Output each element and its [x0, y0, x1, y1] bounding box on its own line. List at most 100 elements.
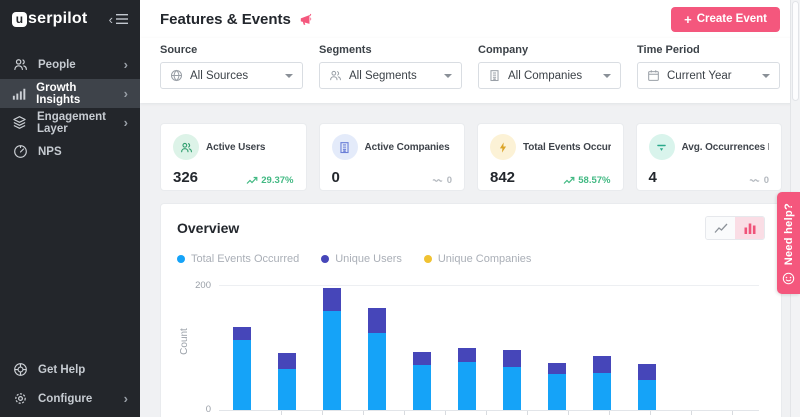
sidebar: userpilot ‹ People › Growth Insights › — [0, 0, 140, 417]
bar-segment[interactable] — [503, 367, 521, 410]
x-tick — [322, 411, 323, 415]
sidebar-item-label: Get Help — [38, 364, 85, 376]
bar-segment[interactable] — [458, 348, 476, 362]
legend-item-unique-users[interactable]: Unique Users — [321, 253, 402, 265]
bar-segment[interactable] — [278, 353, 296, 369]
trend-flat-icon — [432, 177, 444, 184]
x-tick — [445, 411, 446, 415]
stacked-bar[interactable] — [638, 364, 656, 410]
logo-u-icon: u — [12, 12, 27, 27]
bar-segment[interactable] — [458, 362, 476, 410]
bar-chart-icon — [12, 86, 26, 102]
bar-segment[interactable] — [323, 311, 341, 410]
filter-label: Source — [160, 44, 303, 56]
sidebar-collapse-button[interactable]: ‹ — [109, 13, 128, 26]
selected-value: All Segments — [349, 70, 417, 82]
chevron-left-icon: ‹ — [109, 13, 113, 26]
line-chart-toggle-button[interactable] — [706, 217, 735, 239]
stat-card-avg-occurrences: Avg. Occurrences Per User 4 0 — [636, 123, 783, 191]
average-icon — [649, 134, 675, 160]
time-period-select[interactable]: Current Year — [637, 62, 780, 89]
x-category: Jul 01 — [507, 411, 548, 417]
x-category: Sep 01 — [589, 411, 630, 417]
x-tick — [609, 411, 610, 415]
bar-slot[interactable] — [714, 280, 759, 410]
x-tick — [486, 411, 487, 415]
bar-segment[interactable] — [638, 364, 656, 381]
create-event-button[interactable]: + Create Event — [671, 7, 780, 32]
scrollbar-thumb[interactable] — [792, 1, 799, 101]
y-tick-label: 0 — [206, 404, 219, 415]
bar-slot[interactable] — [579, 280, 624, 410]
x-category: Mar 01 — [343, 411, 384, 417]
bar-slot[interactable] — [219, 280, 264, 410]
bar-segment[interactable] — [413, 352, 431, 365]
legend-item-unique-companies[interactable]: Unique Companies — [424, 253, 532, 265]
stacked-bar[interactable] — [503, 350, 521, 410]
bar-segment[interactable] — [548, 363, 566, 374]
layers-icon — [12, 115, 27, 131]
company-select[interactable]: All Companies — [478, 62, 621, 89]
sidebar-item-people[interactable]: People › — [0, 50, 140, 79]
legend-item-total-events[interactable]: Total Events Occurred — [177, 253, 299, 265]
bar-slot[interactable] — [264, 280, 309, 410]
stat-trend: 0 — [432, 175, 452, 186]
bar-segment[interactable] — [638, 380, 656, 410]
chevron-down-icon — [285, 74, 293, 78]
bar-segment[interactable] — [593, 373, 611, 410]
bar-segment[interactable] — [233, 327, 251, 340]
bar-chart-toggle-button[interactable] — [735, 217, 764, 239]
bar-segment[interactable] — [323, 288, 341, 311]
sidebar-item-get-help[interactable]: Get Help — [0, 355, 140, 384]
sidebar-item-growth-insights[interactable]: Growth Insights › — [0, 79, 140, 108]
bar-segment[interactable] — [233, 340, 251, 410]
bar-slot[interactable] — [534, 280, 579, 410]
sidebar-item-configure[interactable]: Configure › — [0, 384, 140, 413]
chevron-right-icon: › — [124, 58, 128, 71]
segments-select[interactable]: All Segments — [319, 62, 462, 89]
userpilot-logo[interactable]: userpilot — [12, 10, 87, 28]
stacked-bar[interactable] — [233, 327, 251, 410]
stacked-bar[interactable] — [548, 363, 566, 410]
stat-card-active-companies: Active Companies 0 0 — [319, 123, 466, 191]
filter-bar: Source All Sources Segments All Segments — [140, 38, 800, 103]
bar-segment[interactable] — [368, 333, 386, 410]
bar-slot[interactable] — [624, 280, 669, 410]
bar-segment[interactable] — [593, 356, 611, 373]
x-tick — [527, 411, 528, 415]
sidebar-item-engagement-layer[interactable]: Engagement Layer › — [0, 108, 140, 137]
overview-card: Overview Total Events Occurred — [160, 203, 782, 417]
bar-segment[interactable] — [503, 350, 521, 367]
filter-company: Company All Companies — [478, 44, 621, 89]
stacked-bar[interactable] — [458, 348, 476, 410]
bar-segment[interactable] — [548, 374, 566, 410]
stacked-bar[interactable] — [323, 288, 341, 410]
stat-card-total-events: Total Events Occurred 842 58.57% — [477, 123, 624, 191]
bar-slot[interactable] — [669, 280, 714, 410]
bar-slot[interactable] — [489, 280, 534, 410]
stacked-bar[interactable] — [593, 356, 611, 410]
need-help-tab[interactable]: Need help? — [777, 192, 800, 294]
users-icon — [329, 69, 342, 82]
bar-segment[interactable] — [413, 365, 431, 410]
sidebar-footer: Get Help Configure › — [0, 355, 140, 413]
stats-row: Active Users 326 29.37% — [160, 123, 782, 191]
bar-slot[interactable] — [309, 280, 354, 410]
bar-segment[interactable] — [368, 308, 386, 333]
bar-slot[interactable] — [399, 280, 444, 410]
sidebar-item-nps[interactable]: NPS — [0, 137, 140, 166]
stat-trend: 29.37% — [246, 175, 293, 186]
chevron-right-icon: › — [124, 392, 128, 405]
stacked-bar[interactable] — [413, 352, 431, 410]
gear-icon — [12, 391, 28, 407]
bar-slot[interactable] — [444, 280, 489, 410]
stacked-bar[interactable] — [368, 308, 386, 410]
x-category: Dec 01 — [712, 411, 753, 417]
source-select[interactable]: All Sources — [160, 62, 303, 89]
bar-segment[interactable] — [278, 369, 296, 410]
chevron-down-icon — [762, 74, 770, 78]
stacked-bar[interactable] — [278, 353, 296, 410]
bar-slot[interactable] — [354, 280, 399, 410]
chart-plot[interactable]: 0200 — [219, 280, 759, 411]
x-tick — [404, 411, 405, 415]
